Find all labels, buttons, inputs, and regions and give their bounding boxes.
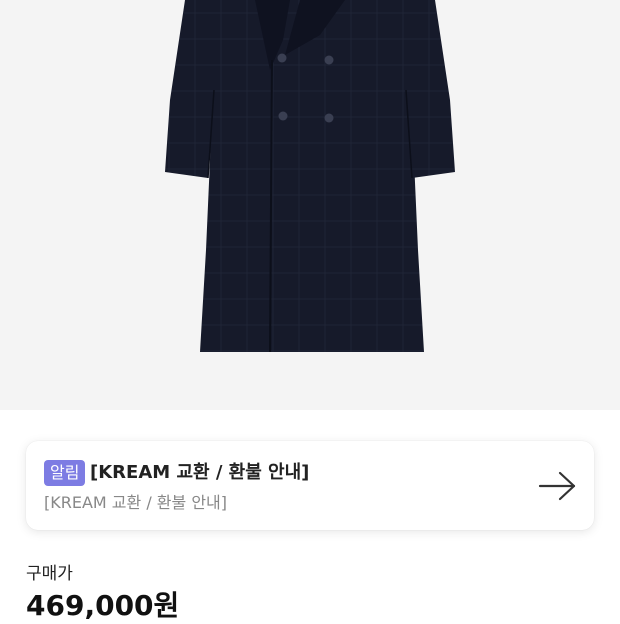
notice-badge: 알림 xyxy=(44,460,86,486)
coat-image xyxy=(165,0,455,353)
arrow-right-icon xyxy=(538,471,576,501)
notice-title: [KREAM 교환 / 환불 안내] xyxy=(90,462,310,483)
notice-card[interactable]: 알림 [KREAM 교환 / 환불 안내] [KREAM 교환 / 환불 안내] xyxy=(26,441,594,530)
product-image[interactable] xyxy=(0,0,620,410)
price-value: 469,000원 xyxy=(26,589,180,622)
notice-arrow-button[interactable] xyxy=(536,469,580,503)
notice-subtitle: [KREAM 교환 / 환불 안내] xyxy=(44,493,228,512)
price-label: 구매가 xyxy=(26,564,73,584)
